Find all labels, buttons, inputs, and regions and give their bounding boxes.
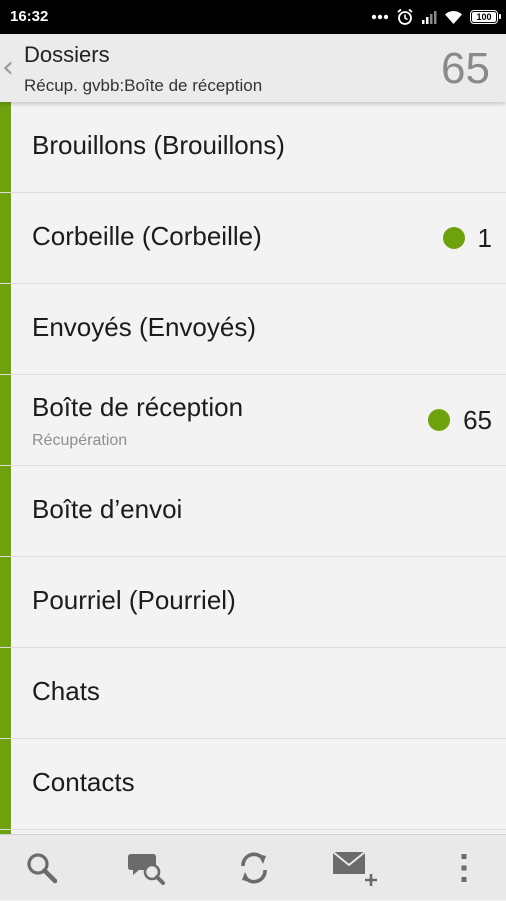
dots-icon xyxy=(371,14,389,20)
battery-cap xyxy=(499,14,501,19)
folder-row-chats[interactable]: Chats xyxy=(0,648,506,739)
unread-dot-icon xyxy=(442,227,465,249)
search-icon xyxy=(25,851,59,885)
folder-row-contacts[interactable]: Contacts xyxy=(0,739,506,830)
chevron-left-icon[interactable]: ‹ xyxy=(2,53,18,83)
unread-count: 1 xyxy=(477,222,492,253)
status-icons: 100 xyxy=(371,7,501,27)
unread-count: 65 xyxy=(463,404,492,435)
account-color-bar xyxy=(0,375,11,465)
battery-icon: 100 xyxy=(470,10,501,24)
folder-subtitle: Récupération xyxy=(32,432,128,449)
folder-name: Envoyés (Envoyés) xyxy=(32,312,256,342)
status-bar: 16:32 100 xyxy=(0,0,506,34)
folder-row-sent[interactable]: Envoyés (Envoyés) xyxy=(0,284,506,375)
folder-row-inbox[interactable]: Boîte de réception Récupération 65 xyxy=(0,375,506,466)
folder-name: Contacts xyxy=(32,767,135,797)
unread-indicator: 1 xyxy=(442,193,492,283)
folder-name: Pourriel (Pourriel) xyxy=(32,585,236,615)
overflow-menu-icon xyxy=(459,852,469,884)
battery-level: 100 xyxy=(476,12,492,22)
search-messages-button[interactable] xyxy=(112,835,182,901)
folder-name: Boîte de réception xyxy=(32,392,244,422)
folder-name: Boîte d’envoi xyxy=(32,494,183,524)
account-color-bar xyxy=(0,739,11,829)
page-title[interactable]: Dossiers xyxy=(24,42,110,68)
folder-name: Brouillons (Brouillons) xyxy=(32,130,285,160)
search-button[interactable] xyxy=(7,835,77,901)
folder-list[interactable]: Brouillons (Brouillons) Corbeille (Corbe… xyxy=(0,102,506,834)
header: ‹ Dossiers Récup. gvbb:Boîte de réceptio… xyxy=(0,34,506,102)
account-color-bar xyxy=(0,466,11,556)
account-color-bar xyxy=(0,557,11,647)
refresh-button[interactable] xyxy=(219,835,289,901)
search-messages-icon xyxy=(127,850,167,886)
folder-name: Corbeille (Corbeille) xyxy=(32,221,262,251)
folder-row-trash[interactable]: Corbeille (Corbeille) 1 xyxy=(0,193,506,284)
folder-row-spam[interactable]: Pourriel (Pourriel) xyxy=(0,557,506,648)
compose-button[interactable] xyxy=(320,835,390,901)
account-color-bar xyxy=(0,284,11,374)
account-color-bar xyxy=(0,102,11,192)
overflow-menu-button[interactable] xyxy=(429,835,499,901)
account-color-bar xyxy=(0,193,11,283)
unread-dot-icon xyxy=(428,409,451,431)
refresh-icon xyxy=(236,850,272,886)
signal-icon xyxy=(421,10,437,24)
unread-indicator: 65 xyxy=(428,375,492,465)
account-color-bar xyxy=(0,648,11,738)
alarm-icon xyxy=(396,8,414,26)
folder-row-drafts[interactable]: Brouillons (Brouillons) xyxy=(0,102,506,193)
page-subtitle: Récup. gvbb:Boîte de réception xyxy=(24,76,263,95)
wifi-icon xyxy=(444,10,463,25)
unread-total: 65 xyxy=(441,44,490,93)
bottom-toolbar xyxy=(0,834,506,900)
compose-icon xyxy=(331,848,379,888)
status-time: 16:32 xyxy=(10,8,49,25)
folder-name: Chats xyxy=(32,676,100,706)
folder-row-outbox[interactable]: Boîte d’envoi xyxy=(0,466,506,557)
